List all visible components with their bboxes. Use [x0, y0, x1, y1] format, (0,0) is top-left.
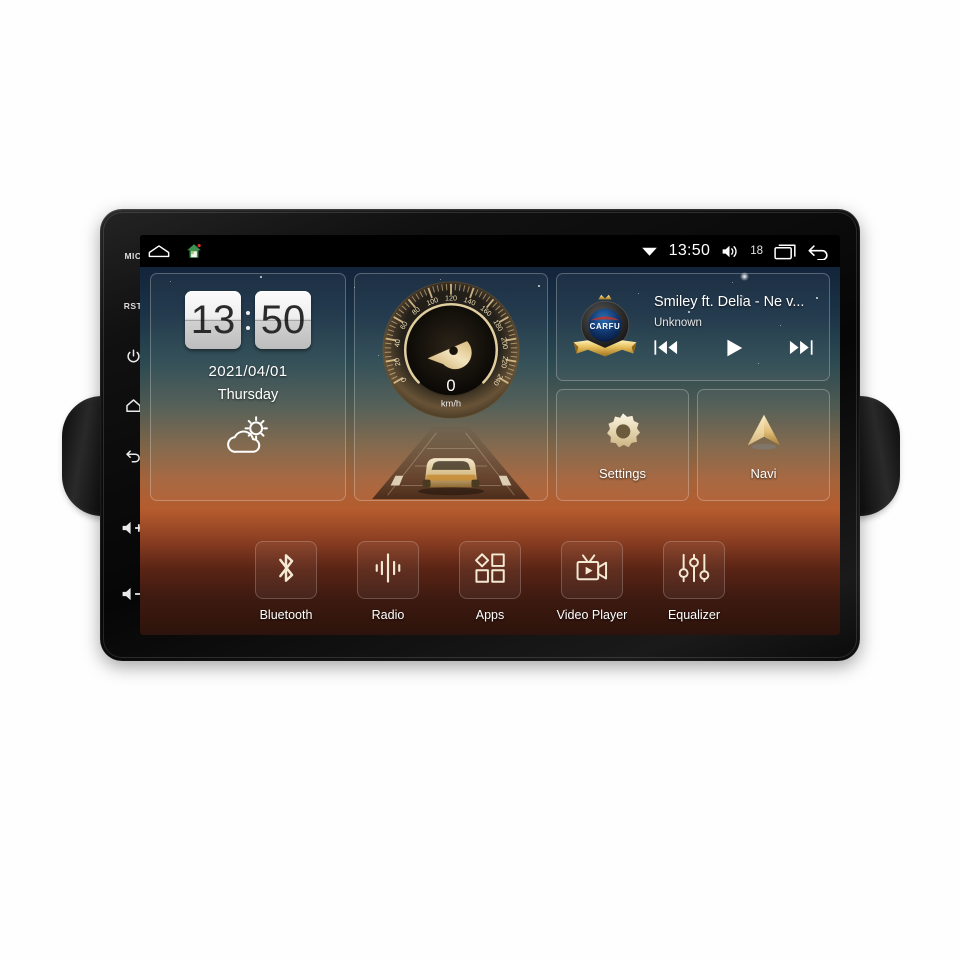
apps-icon-box[interactable]: [459, 541, 521, 599]
dock-item-radio[interactable]: Radio: [350, 541, 426, 622]
equalizer-sliders-icon: [678, 552, 710, 589]
clock-hour: 13: [185, 291, 241, 349]
speed-unit: km/h: [441, 399, 461, 409]
album-brand: CARFU: [590, 322, 621, 331]
right-widget-column: CARFU Smiley ft. Delia - Ne v... Unknown…: [556, 273, 830, 501]
navi-tile[interactable]: Navi: [697, 389, 830, 501]
settings-label: Settings: [599, 465, 646, 481]
dock-item-video-player[interactable]: Video Player: [554, 541, 630, 622]
track-title: Smiley ft. Delia - Ne v...: [654, 293, 805, 310]
music-widget[interactable]: CARFU Smiley ft. Delia - Ne v... Unknown: [556, 273, 830, 381]
clock-widget[interactable]: 13 50 2021/04/01 Thursday: [150, 273, 346, 501]
video-player-label: Video Player: [556, 608, 628, 622]
music-controls: [654, 338, 819, 363]
video-camera-icon: [575, 553, 609, 588]
partly-cloudy-icon: [219, 414, 277, 461]
video-icon-box[interactable]: [561, 541, 623, 599]
power-icon: [125, 348, 142, 365]
settings-tile[interactable]: Settings: [556, 389, 689, 501]
next-icon[interactable]: [789, 339, 813, 361]
previous-icon[interactable]: [654, 339, 678, 361]
recents-icon[interactable]: [774, 243, 796, 260]
bluetooth-label: Bluetooth: [259, 608, 313, 622]
clock-minute: 50: [255, 291, 311, 349]
touchscreen[interactable]: 13:50 18 13 50 2021/04/01 Thursday 0 20 …: [140, 235, 840, 635]
flip-clock: 13 50: [185, 291, 311, 349]
clock-colon: [244, 310, 252, 330]
status-bar: 13:50 18: [140, 235, 840, 267]
track-artist: Unknown: [654, 316, 702, 329]
product-photo: MIC RST 13:50 18 13 50 2021/04/01 Thursd…: [0, 0, 960, 960]
tiles-row: Settings Navi: [556, 389, 830, 501]
equalizer-label: Equalizer: [667, 608, 721, 622]
navigation-arrow-icon: [742, 410, 786, 457]
music-info: Smiley ft. Delia - Ne v... Unknown: [654, 292, 819, 363]
svg-text:20: 20: [392, 357, 402, 366]
svg-text:40: 40: [392, 338, 402, 347]
crown-icon: [598, 294, 612, 300]
app-dock: Bluetooth Radio Apps Video Player Equali…: [140, 533, 840, 635]
speed-value: 0: [446, 376, 455, 395]
dock-item-bluetooth[interactable]: Bluetooth: [248, 541, 324, 622]
speedometer-dial: 0 20 40 60 80 100 120 140 160 180 200 220 240: [373, 278, 529, 433]
volume-icon[interactable]: [721, 244, 739, 259]
road-graphic: [358, 427, 544, 500]
bluetooth-icon: [271, 551, 301, 590]
volume-level: 18: [750, 245, 763, 257]
widget-row: 13 50 2021/04/01 Thursday 0 20 40 60 80 …: [150, 273, 830, 501]
gear-icon: [602, 410, 644, 457]
back-arrow-icon[interactable]: [807, 243, 830, 260]
mic-label: MIC: [124, 251, 142, 261]
speedometer-widget[interactable]: 0 20 40 60 80 100 120 140 160 180 200 220 240: [354, 273, 548, 501]
radio-label: Radio: [371, 608, 405, 622]
album-art[interactable]: CARFU: [567, 289, 643, 365]
radio-waveform-icon: [373, 552, 403, 589]
play-icon[interactable]: [723, 338, 745, 363]
dock-item-equalizer[interactable]: Equalizer: [656, 541, 732, 622]
recents-outline-icon[interactable]: [148, 244, 170, 258]
wifi-icon: [641, 244, 658, 258]
head-unit-device: MIC RST 13:50 18 13 50 2021/04/01 Thursd…: [100, 209, 860, 661]
svg-text:120: 120: [445, 294, 457, 303]
apps-grid-icon: [474, 552, 506, 589]
bluetooth-icon-box[interactable]: [255, 541, 317, 599]
equalizer-icon-box[interactable]: [663, 541, 725, 599]
radio-icon-box[interactable]: [357, 541, 419, 599]
clock-date: 2021/04/01: [208, 363, 288, 380]
status-clock: 13:50: [668, 242, 711, 259]
navi-label: Navi: [750, 465, 777, 481]
dock-item-apps[interactable]: Apps: [452, 541, 528, 622]
home-app-icon[interactable]: [186, 243, 202, 259]
clock-weekday: Thursday: [217, 387, 279, 403]
apps-label: Apps: [475, 608, 505, 622]
car-graphic: [417, 458, 485, 496]
